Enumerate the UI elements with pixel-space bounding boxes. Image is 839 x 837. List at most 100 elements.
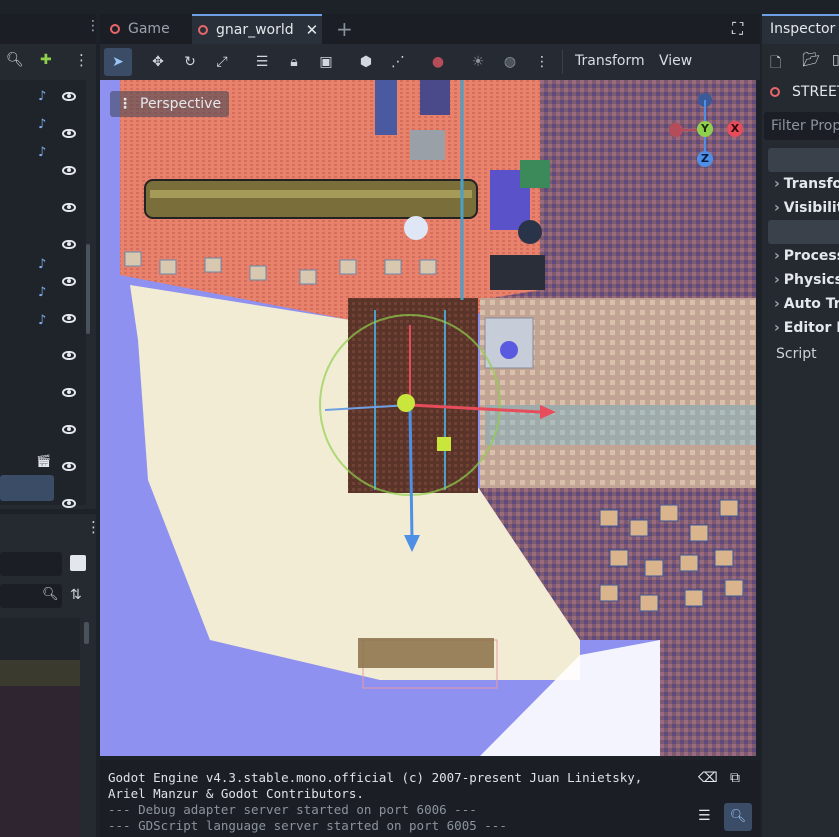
node-dot-icon (770, 87, 780, 97)
script-icon[interactable]: ♪ (38, 90, 50, 104)
visibility-eye-icon[interactable] (62, 462, 76, 471)
add-tab-button[interactable]: + (336, 14, 353, 44)
output-log: Godot Engine v4.3.stable.mono.official (… (100, 760, 690, 837)
copy-icon[interactable]: ⧉ (730, 770, 740, 786)
node-name: STREET (792, 84, 839, 100)
chevron-right-icon: › (774, 200, 780, 216)
section-physics[interactable]: › Physics (774, 272, 839, 288)
section-label: Physics (783, 272, 839, 288)
scrollbar[interactable] (84, 622, 89, 644)
script-icon[interactable]: ♪ (38, 118, 50, 132)
tab-gnar-world[interactable]: gnar_world ✕ (192, 14, 322, 44)
rotate-tool-icon[interactable]: ↻ (176, 48, 204, 76)
visibility-eye-icon[interactable] (62, 240, 76, 249)
selected-file-row[interactable] (0, 660, 80, 686)
section-transform[interactable]: ›Transfor (774, 176, 839, 192)
script-icon[interactable]: ♪ (38, 314, 50, 328)
log-line: Godot Engine v4.3.stable.mono.official (… (108, 770, 643, 785)
chevron-right-icon: › (774, 176, 780, 192)
script-icon[interactable]: ♪ (38, 286, 50, 300)
physics-icon[interactable]: ● (424, 48, 452, 76)
visibility-eye-icon[interactable] (62, 92, 76, 101)
visibility-eye-icon[interactable] (62, 277, 76, 286)
visibility-eye-icon[interactable] (62, 499, 76, 508)
list-select-icon[interactable]: ☰ (248, 48, 276, 76)
local-space-icon[interactable]: ⬢ (352, 48, 380, 76)
chevron-right-icon: › (774, 320, 780, 336)
menu-dots-icon[interactable]: ⋮ (74, 51, 89, 69)
visibility-eye-icon[interactable] (62, 166, 76, 175)
file-list-lower (0, 686, 80, 837)
sort-icon[interactable]: ⇅ (70, 587, 82, 603)
divider (562, 50, 563, 74)
category-header (768, 220, 839, 244)
viewport-scene (100, 80, 756, 756)
search-icon[interactable]: 🔍︎ (6, 52, 24, 68)
section-process[interactable]: › Process (774, 248, 839, 264)
distraction-free-icon[interactable]: ⛶ (732, 14, 743, 44)
view-menu[interactable]: View (659, 53, 692, 69)
menu-dots-icon[interactable]: ⋮ (86, 518, 101, 536)
group-icon[interactable]: ▣ (312, 48, 340, 76)
section-label: Auto Tra (783, 296, 839, 312)
node-row[interactable]: STREET (762, 80, 839, 106)
visibility-eye-icon[interactable] (62, 388, 76, 397)
visibility-eye-icon[interactable] (62, 314, 76, 323)
visibility-eye-icon[interactable] (62, 351, 76, 360)
search-icon[interactable]: 🔍︎ (724, 803, 752, 831)
new-resource-icon[interactable]: 🗋 (770, 52, 781, 76)
script-property-label: Script (776, 346, 817, 362)
select-tool-icon[interactable]: ➤ (104, 48, 132, 76)
transform-menu[interactable]: Transform (575, 53, 645, 69)
section-label: Editor D (783, 320, 839, 336)
clear-output-icon[interactable]: ⌫ (698, 770, 718, 786)
save-icon[interactable]: ▯ (832, 52, 839, 68)
perspective-menu[interactable]: ⋮ Perspective (110, 91, 230, 117)
move-tool-icon[interactable]: ✥ (144, 48, 172, 76)
log-line: Ariel Manzur & Godot Contributors. (108, 786, 364, 801)
gizmo-x-label[interactable]: X (727, 121, 743, 137)
section-auto-translate[interactable]: ›Auto Tra (774, 296, 839, 312)
chevron-right-icon: › (774, 296, 780, 312)
log-line: --- GDScript language server started on … (108, 818, 507, 833)
scene-dot-icon (110, 24, 120, 34)
visibility-eye-icon[interactable] (62, 129, 76, 138)
visibility-eye-icon[interactable] (62, 425, 76, 434)
chevron-right-icon: › (774, 248, 780, 264)
scale-tool-icon[interactable]: ⤢ (208, 48, 236, 76)
environment-icon[interactable]: ◍ (496, 48, 524, 76)
add-script-icon[interactable]: ✚ (40, 52, 52, 68)
clapper-icon[interactable]: 🎬︎ (36, 454, 51, 468)
section-editor-description[interactable]: ›Editor D (774, 320, 839, 336)
section-label: Transfor (783, 176, 839, 192)
sun-icon[interactable]: ☀ (464, 48, 492, 76)
visibility-eye-icon[interactable] (62, 203, 76, 212)
path-field[interactable] (0, 552, 62, 576)
gizmo-y-label[interactable]: Y (697, 121, 713, 137)
filter-lines-icon[interactable]: ☰ (698, 808, 711, 824)
filter-properties-field[interactable]: Filter Prop (764, 112, 839, 140)
scene-tabs: Game gnar_world ✕ + ⛶ (100, 14, 760, 44)
inspector-dock: Inspector 🗋 📂︎ ▯ STREET Filter Prop ›Tra… (762, 14, 839, 837)
inspector-title: Inspector (770, 21, 836, 37)
layout-toggle-icon[interactable] (70, 555, 86, 571)
tab-game[interactable]: Game (110, 14, 188, 44)
section-visibility[interactable]: ›Visibility (774, 200, 839, 216)
inspector-tab[interactable]: Inspector (762, 14, 839, 44)
perspective-label: Perspective (140, 96, 222, 112)
top-left-strip (0, 14, 96, 44)
search-icon[interactable]: 🔍︎ (42, 587, 59, 602)
script-icon[interactable]: ♪ (38, 258, 50, 272)
log-line: --- Debug adapter server started on port… (108, 802, 477, 817)
script-icon[interactable]: ♪ (38, 146, 50, 160)
lock-icon[interactable]: 🔒︎ (280, 48, 308, 76)
3d-viewport[interactable]: ⋮ Perspective Y X Z (100, 80, 756, 756)
menu-dots-icon[interactable]: ⋮ (86, 18, 100, 34)
snap-icon[interactable]: ⋰ (384, 48, 412, 76)
open-folder-icon[interactable]: 📂︎ (802, 52, 820, 68)
more-icon[interactable]: ⋮ (528, 48, 556, 76)
chevron-right-icon: › (774, 272, 780, 288)
gizmo-z-label[interactable]: Z (697, 151, 713, 167)
section-label: Process (783, 248, 839, 264)
close-icon[interactable]: ✕ (306, 21, 319, 39)
